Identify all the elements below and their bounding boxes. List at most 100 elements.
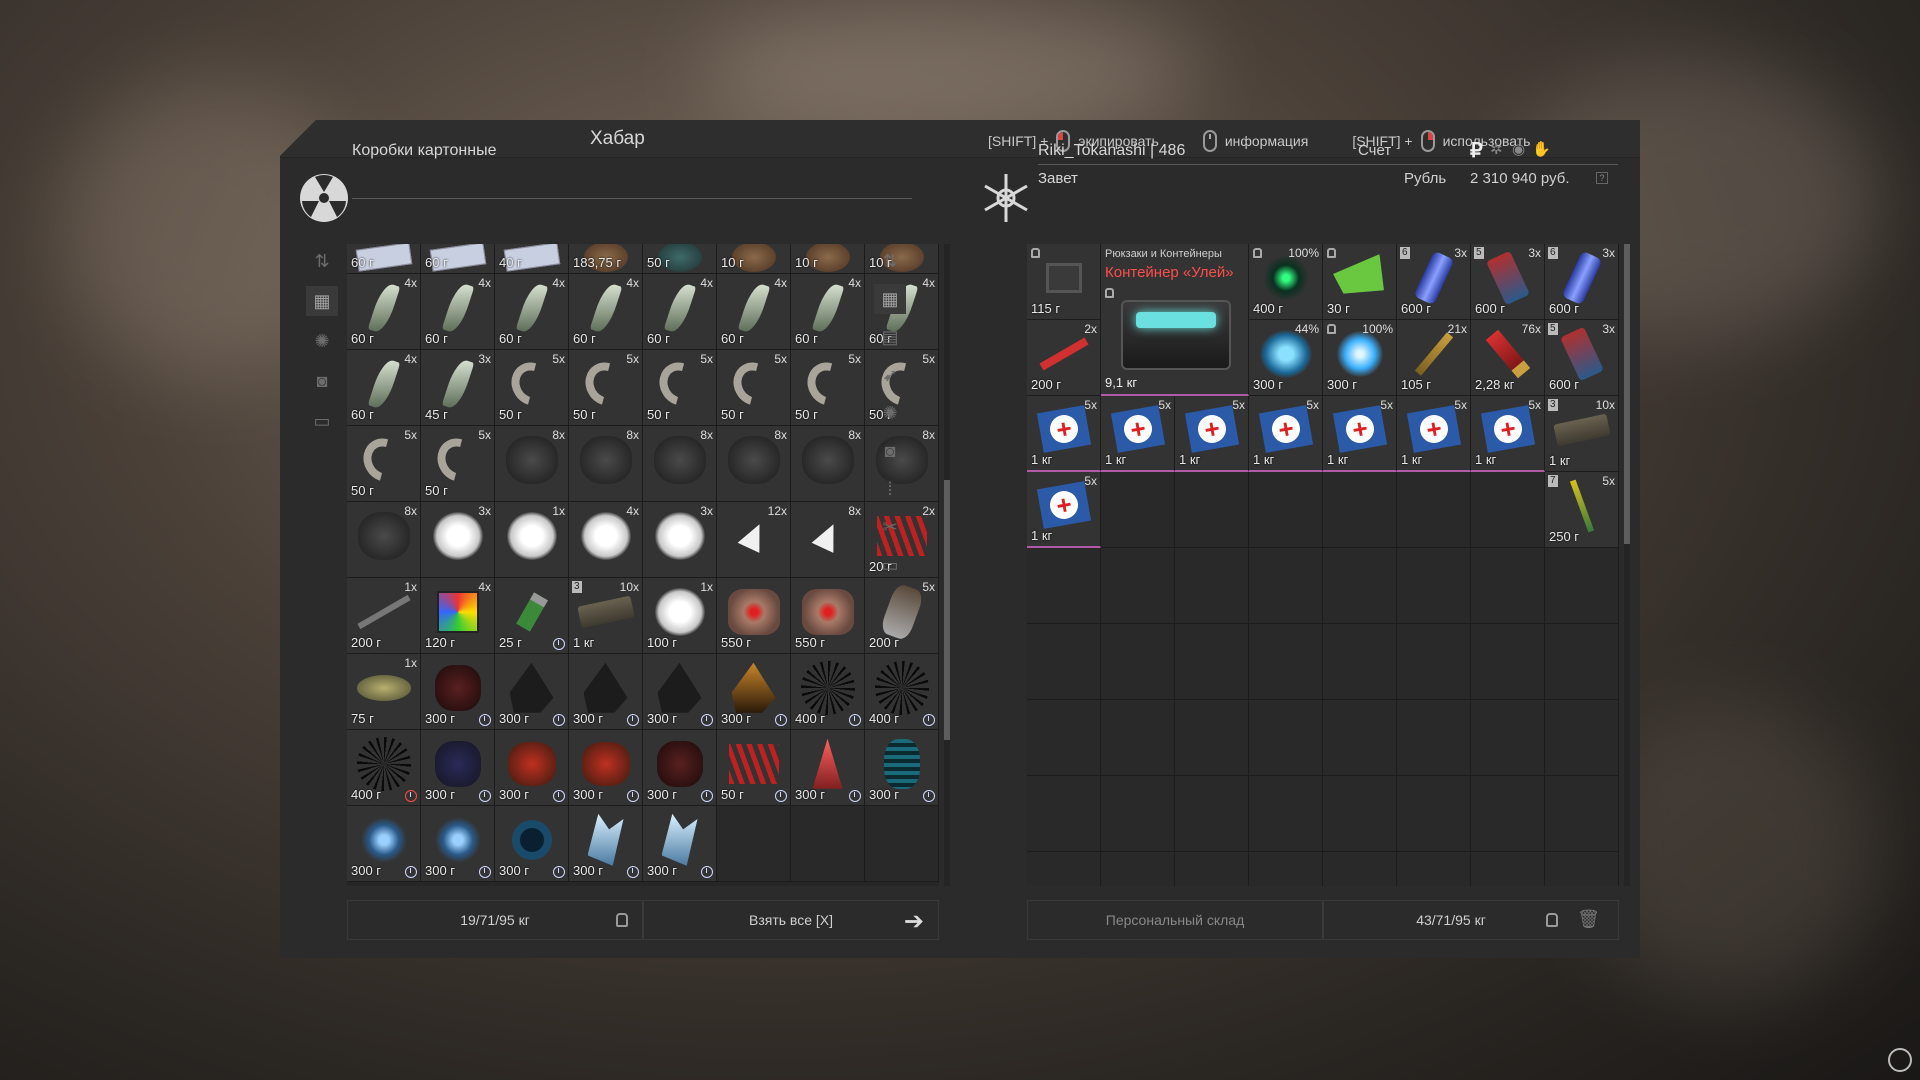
inventory-slot[interactable]: 4x 60 г xyxy=(421,274,495,350)
empty-slot[interactable] xyxy=(1027,776,1101,852)
inventory-slot[interactable]: +5x 1 кг xyxy=(1249,396,1323,472)
gear-currency-icon[interactable]: ✲ xyxy=(1490,140,1503,158)
inventory-slot[interactable]: 300 г xyxy=(421,654,495,730)
inventory-slot[interactable]: 8x xyxy=(791,426,865,502)
inventory-slot[interactable]: 5 3x 600 г xyxy=(1545,320,1619,396)
inventory-slot[interactable]: 4x 60 г xyxy=(717,274,791,350)
inventory-slot[interactable]: 400 г xyxy=(865,654,939,730)
empty-slot[interactable] xyxy=(1027,624,1101,700)
take-all-button[interactable]: Взять все [X] ➔ xyxy=(643,900,939,940)
inventory-slot[interactable]: 60 г xyxy=(421,244,495,274)
empty-slot[interactable] xyxy=(1175,776,1249,852)
inventory-slot[interactable]: 300 г xyxy=(643,654,717,730)
thumbs-up-icon[interactable]: ✋ xyxy=(1532,140,1551,158)
inventory-slot[interactable]: 3x 45 г xyxy=(421,350,495,426)
empty-slot[interactable] xyxy=(791,806,865,882)
trash-icon[interactable]: 🗑 xyxy=(1577,909,1600,930)
empty-slot[interactable] xyxy=(1027,548,1101,624)
empty-slot[interactable] xyxy=(1101,852,1175,886)
inventory-slot[interactable]: 300 г xyxy=(791,730,865,806)
empty-slot[interactable] xyxy=(717,806,791,882)
inventory-slot[interactable]: 5x 50 г xyxy=(791,350,865,426)
inventory-slot[interactable]: 6 3x 600 г xyxy=(1397,244,1471,320)
empty-slot[interactable] xyxy=(1545,548,1619,624)
inventory-slot[interactable]: 25 г xyxy=(495,578,569,654)
empty-slot[interactable] xyxy=(1545,776,1619,852)
inventory-slot[interactable]: 183,75 г xyxy=(569,244,643,274)
inventory-slot[interactable]: 300 г xyxy=(421,730,495,806)
inventory-slot[interactable]: 300 г xyxy=(347,806,421,882)
weapon-filter-icon[interactable]: ➹ xyxy=(874,360,906,390)
inventory-slot[interactable]: 300 г xyxy=(865,730,939,806)
archive-icon[interactable]: ▭ xyxy=(874,550,906,580)
empty-slot[interactable] xyxy=(1323,472,1397,548)
inventory-slot[interactable]: 300 г xyxy=(717,654,791,730)
inventory-slot[interactable]: 4x 60 г xyxy=(347,274,421,350)
inventory-slot[interactable]: 10 г xyxy=(717,244,791,274)
inventory-slot[interactable]: 21x 105 г xyxy=(1397,320,1471,396)
inventory-slot[interactable]: +5x 1 кг xyxy=(1027,396,1101,472)
tools-filter-icon[interactable]: ✂ xyxy=(874,512,906,542)
inventory-slot[interactable]: +5x 1 кг xyxy=(1175,396,1249,472)
inventory-slot[interactable]: 6 3x 600 г xyxy=(1545,244,1619,320)
camera-icon[interactable]: ◙ xyxy=(306,366,338,396)
inventory-slot[interactable]: 5x 50 г xyxy=(569,350,643,426)
inventory-slot[interactable]: 8x xyxy=(347,502,421,578)
inventory-slot[interactable]: 3 10x 1 кг xyxy=(569,578,643,654)
inventory-slot[interactable]: 300 г xyxy=(495,654,569,730)
inventory-slot[interactable]: 4x 60 г xyxy=(347,350,421,426)
empty-slot[interactable] xyxy=(1249,472,1323,548)
empty-slot[interactable] xyxy=(1471,852,1545,886)
inventory-slot[interactable]: 300 г xyxy=(495,806,569,882)
inventory-slot[interactable]: +5x 1 кг xyxy=(1101,396,1175,472)
empty-slot[interactable] xyxy=(1323,852,1397,886)
inventory-slot[interactable]: 100% 300 г xyxy=(1323,320,1397,396)
inventory-slot[interactable]: 5x 50 г xyxy=(347,426,421,502)
inventory-slot[interactable]: 1x 75 г xyxy=(347,654,421,730)
empty-slot[interactable] xyxy=(1323,548,1397,624)
inventory-slot[interactable]: 4x 60 г xyxy=(643,274,717,350)
inventory-slot[interactable]: 300 г xyxy=(569,806,643,882)
empty-slot[interactable] xyxy=(1175,624,1249,700)
empty-slot[interactable] xyxy=(1397,776,1471,852)
artifact-filter-icon[interactable]: ✺ xyxy=(874,398,906,428)
artifact-filter-icon[interactable]: ✺ xyxy=(306,326,338,356)
inventory-slot[interactable]: 2x 200 г xyxy=(1027,320,1101,396)
inventory-slot[interactable]: 4x 120 г xyxy=(421,578,495,654)
inventory-slot[interactable]: 100% 400 г xyxy=(1249,244,1323,320)
armor-filter-icon[interactable]: ▤ xyxy=(874,322,906,352)
inventory-slot[interactable]: 300 г xyxy=(569,730,643,806)
inventory-slot[interactable]: 10 г xyxy=(791,244,865,274)
empty-slot[interactable] xyxy=(1175,548,1249,624)
empty-slot[interactable] xyxy=(1397,548,1471,624)
inventory-slot[interactable]: 5x 50 г xyxy=(495,350,569,426)
empty-slot[interactable] xyxy=(1101,472,1175,548)
inventory-slot[interactable]: 8x xyxy=(643,426,717,502)
empty-slot[interactable] xyxy=(1471,624,1545,700)
grid-view-icon[interactable]: ▦ xyxy=(874,284,906,314)
inventory-slot[interactable]: 3x xyxy=(643,502,717,578)
inventory-slot[interactable]: 3x xyxy=(421,502,495,578)
empty-slot[interactable] xyxy=(1101,548,1175,624)
empty-slot[interactable] xyxy=(1249,624,1323,700)
inventory-slot[interactable]: 550 г xyxy=(717,578,791,654)
empty-slot[interactable] xyxy=(1471,472,1545,548)
empty-slot[interactable] xyxy=(1101,700,1175,776)
inventory-slot[interactable]: 300 г xyxy=(421,806,495,882)
inventory-slot[interactable]: 300 г xyxy=(569,654,643,730)
inventory-slot[interactable]: +5x 1 кг xyxy=(1323,396,1397,472)
camera-icon[interactable]: ◙ xyxy=(874,436,906,466)
inventory-slot[interactable]: 5 3x 600 г xyxy=(1471,244,1545,320)
inventory-slot[interactable]: 12x xyxy=(717,502,791,578)
empty-slot[interactable] xyxy=(1545,700,1619,776)
inventory-slot[interactable]: 30 г xyxy=(1323,244,1397,320)
compass-icon[interactable]: ◉ xyxy=(1512,140,1525,158)
empty-slot[interactable] xyxy=(1027,700,1101,776)
inventory-scroll-thumb[interactable] xyxy=(1624,244,1630,544)
inventory-slot[interactable]: +5x 1 кг xyxy=(1397,396,1471,472)
empty-slot[interactable] xyxy=(1397,700,1471,776)
inventory-slot[interactable]: 1x 100 г xyxy=(643,578,717,654)
inventory-slot[interactable]: 44% 300 г xyxy=(1249,320,1323,396)
inventory-slot[interactable]: 400 г xyxy=(347,730,421,806)
inventory-slot[interactable]: 1x 200 г xyxy=(347,578,421,654)
